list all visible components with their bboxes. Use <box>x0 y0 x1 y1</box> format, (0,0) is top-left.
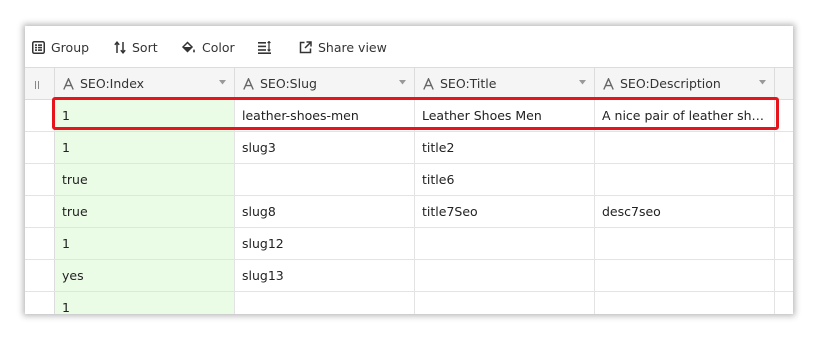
cell-seo-slug[interactable]: slug12 <box>235 228 415 259</box>
cell-filler <box>775 196 793 227</box>
row-gutter[interactable] <box>25 228 55 259</box>
row-height-icon <box>258 40 271 54</box>
text-type-icon <box>243 77 254 90</box>
row-height-button[interactable] <box>258 26 278 68</box>
cell-seo-description[interactable]: A nice pair of leather shoe… <box>595 100 775 131</box>
table-row[interactable]: 1 <box>25 292 793 314</box>
cell-seo-slug[interactable] <box>235 164 415 195</box>
column-header-label: SEO:Title <box>440 76 497 91</box>
cell-filler <box>775 132 793 163</box>
caret-down-icon[interactable] <box>579 80 586 85</box>
cell-seo-description[interactable]: desc7seo <box>595 196 775 227</box>
column-header-seo-title[interactable]: SEO:Title <box>415 68 595 99</box>
sort-button[interactable]: Sort <box>114 26 158 68</box>
sort-label: Sort <box>132 39 158 55</box>
cell-seo-title[interactable]: title6 <box>415 164 595 195</box>
color-button[interactable]: Color <box>181 26 235 68</box>
cell-seo-title[interactable] <box>415 260 595 291</box>
table-row[interactable]: 1 slug12 <box>25 228 793 260</box>
grid-header-row: SEO:Index SEO:Slug SEO:Title SEO:Descrip… <box>25 68 793 100</box>
cell-seo-title[interactable]: title7Seo <box>415 196 595 227</box>
cell-seo-slug[interactable]: slug3 <box>235 132 415 163</box>
cell-seo-index[interactable]: 1 <box>55 100 235 131</box>
column-header-label: SEO:Index <box>80 76 145 91</box>
row-gutter[interactable] <box>25 196 55 227</box>
cell-seo-description[interactable] <box>595 260 775 291</box>
cell-seo-index[interactable]: 1 <box>55 228 235 259</box>
row-gutter[interactable] <box>25 292 55 314</box>
column-header-filler <box>775 68 793 99</box>
cell-seo-slug[interactable]: slug8 <box>235 196 415 227</box>
share-view-label: Share view <box>318 39 387 55</box>
cell-seo-title[interactable] <box>415 292 595 314</box>
row-gutter[interactable] <box>25 132 55 163</box>
cell-seo-description[interactable] <box>595 164 775 195</box>
column-header-seo-description[interactable]: SEO:Description <box>595 68 775 99</box>
group-icon <box>32 40 45 54</box>
drag-handle-icon <box>35 81 39 89</box>
cell-seo-description[interactable] <box>595 228 775 259</box>
cell-filler <box>775 292 793 314</box>
color-label: Color <box>202 39 235 55</box>
text-type-icon <box>63 77 74 90</box>
row-gutter[interactable] <box>25 164 55 195</box>
cell-seo-slug[interactable]: leather-shoes-men <box>235 100 415 131</box>
table-row[interactable]: 1 slug3 title2 <box>25 132 793 164</box>
cell-filler <box>775 164 793 195</box>
caret-down-icon[interactable] <box>219 80 226 85</box>
table-row[interactable]: 1 leather-shoes-men Leather Shoes Men A … <box>25 100 793 132</box>
cell-seo-slug[interactable] <box>235 292 415 314</box>
text-type-icon <box>423 77 434 90</box>
table-row[interactable]: yes slug13 <box>25 260 793 292</box>
row-gutter-header <box>25 68 55 99</box>
cell-seo-slug[interactable]: slug13 <box>235 260 415 291</box>
cell-seo-title[interactable]: Leather Shoes Men <box>415 100 595 131</box>
group-button[interactable]: Group <box>32 26 89 68</box>
caret-down-icon[interactable] <box>759 80 766 85</box>
cell-seo-title[interactable]: title2 <box>415 132 595 163</box>
cell-seo-index[interactable]: yes <box>55 260 235 291</box>
share-icon <box>299 40 312 53</box>
cell-seo-description[interactable] <box>595 132 775 163</box>
column-header-label: SEO:Description <box>620 76 721 91</box>
row-gutter[interactable] <box>25 260 55 291</box>
cell-seo-index[interactable]: 1 <box>55 132 235 163</box>
cell-filler <box>775 260 793 291</box>
view-toolbar: Group Sort Color Share view <box>25 26 793 68</box>
table-row[interactable]: true slug8 title7Seo desc7seo <box>25 196 793 228</box>
group-label: Group <box>51 39 90 55</box>
cell-filler <box>775 100 793 131</box>
sort-icon <box>114 40 126 54</box>
share-view-button[interactable]: Share view <box>299 26 387 68</box>
column-header-label: SEO:Slug <box>260 76 317 91</box>
cell-filler <box>775 228 793 259</box>
grid-view-window: Group Sort Color Share view SEO:Index SE… <box>25 26 793 314</box>
column-header-seo-slug[interactable]: SEO:Slug <box>235 68 415 99</box>
cell-seo-index[interactable]: true <box>55 164 235 195</box>
text-type-icon <box>603 77 614 90</box>
cell-seo-index[interactable]: 1 <box>55 292 235 314</box>
cell-seo-index[interactable]: true <box>55 196 235 227</box>
table-row[interactable]: true title6 <box>25 164 793 196</box>
cell-seo-description[interactable] <box>595 292 775 314</box>
paint-bucket-icon <box>181 40 195 53</box>
caret-down-icon[interactable] <box>399 80 406 85</box>
column-header-seo-index[interactable]: SEO:Index <box>55 68 235 99</box>
row-gutter[interactable] <box>25 100 55 131</box>
data-grid: SEO:Index SEO:Slug SEO:Title SEO:Descrip… <box>25 68 793 314</box>
cell-seo-title[interactable] <box>415 228 595 259</box>
